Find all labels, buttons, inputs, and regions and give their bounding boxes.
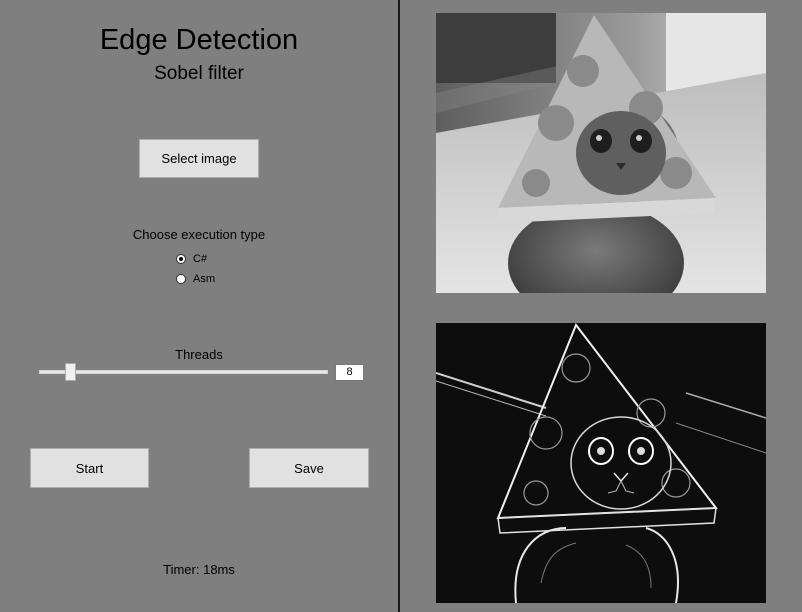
threads-label: Threads (175, 347, 223, 362)
threads-slider-track[interactable] (39, 370, 328, 374)
radio-option-asm[interactable]: Asm (176, 273, 215, 285)
radio-label-csharp: C# (193, 253, 208, 265)
save-button[interactable]: Save (249, 448, 369, 488)
radio-button-csharp[interactable] (176, 254, 186, 264)
panel-divider (398, 0, 400, 612)
threads-slider-thumb[interactable] (65, 363, 76, 381)
app-subtitle: Sobel filter (154, 63, 244, 84)
radio-option-csharp[interactable]: C# (176, 253, 207, 265)
result-image (436, 323, 766, 603)
start-button[interactable]: Start (30, 448, 149, 488)
result-image-edges-icon (436, 323, 766, 603)
source-image (436, 13, 766, 293)
app-title: Edge Detection (99, 24, 299, 56)
execution-type-label: Choose execution type (132, 227, 266, 242)
timer-text: Timer: 18ms (163, 562, 235, 577)
threads-value-field[interactable]: 8 (335, 364, 364, 381)
radio-button-asm[interactable] (176, 274, 186, 284)
radio-label-asm: Asm (193, 273, 215, 285)
select-image-button[interactable]: Select image (139, 139, 259, 178)
source-image-cat-icon (436, 13, 766, 293)
